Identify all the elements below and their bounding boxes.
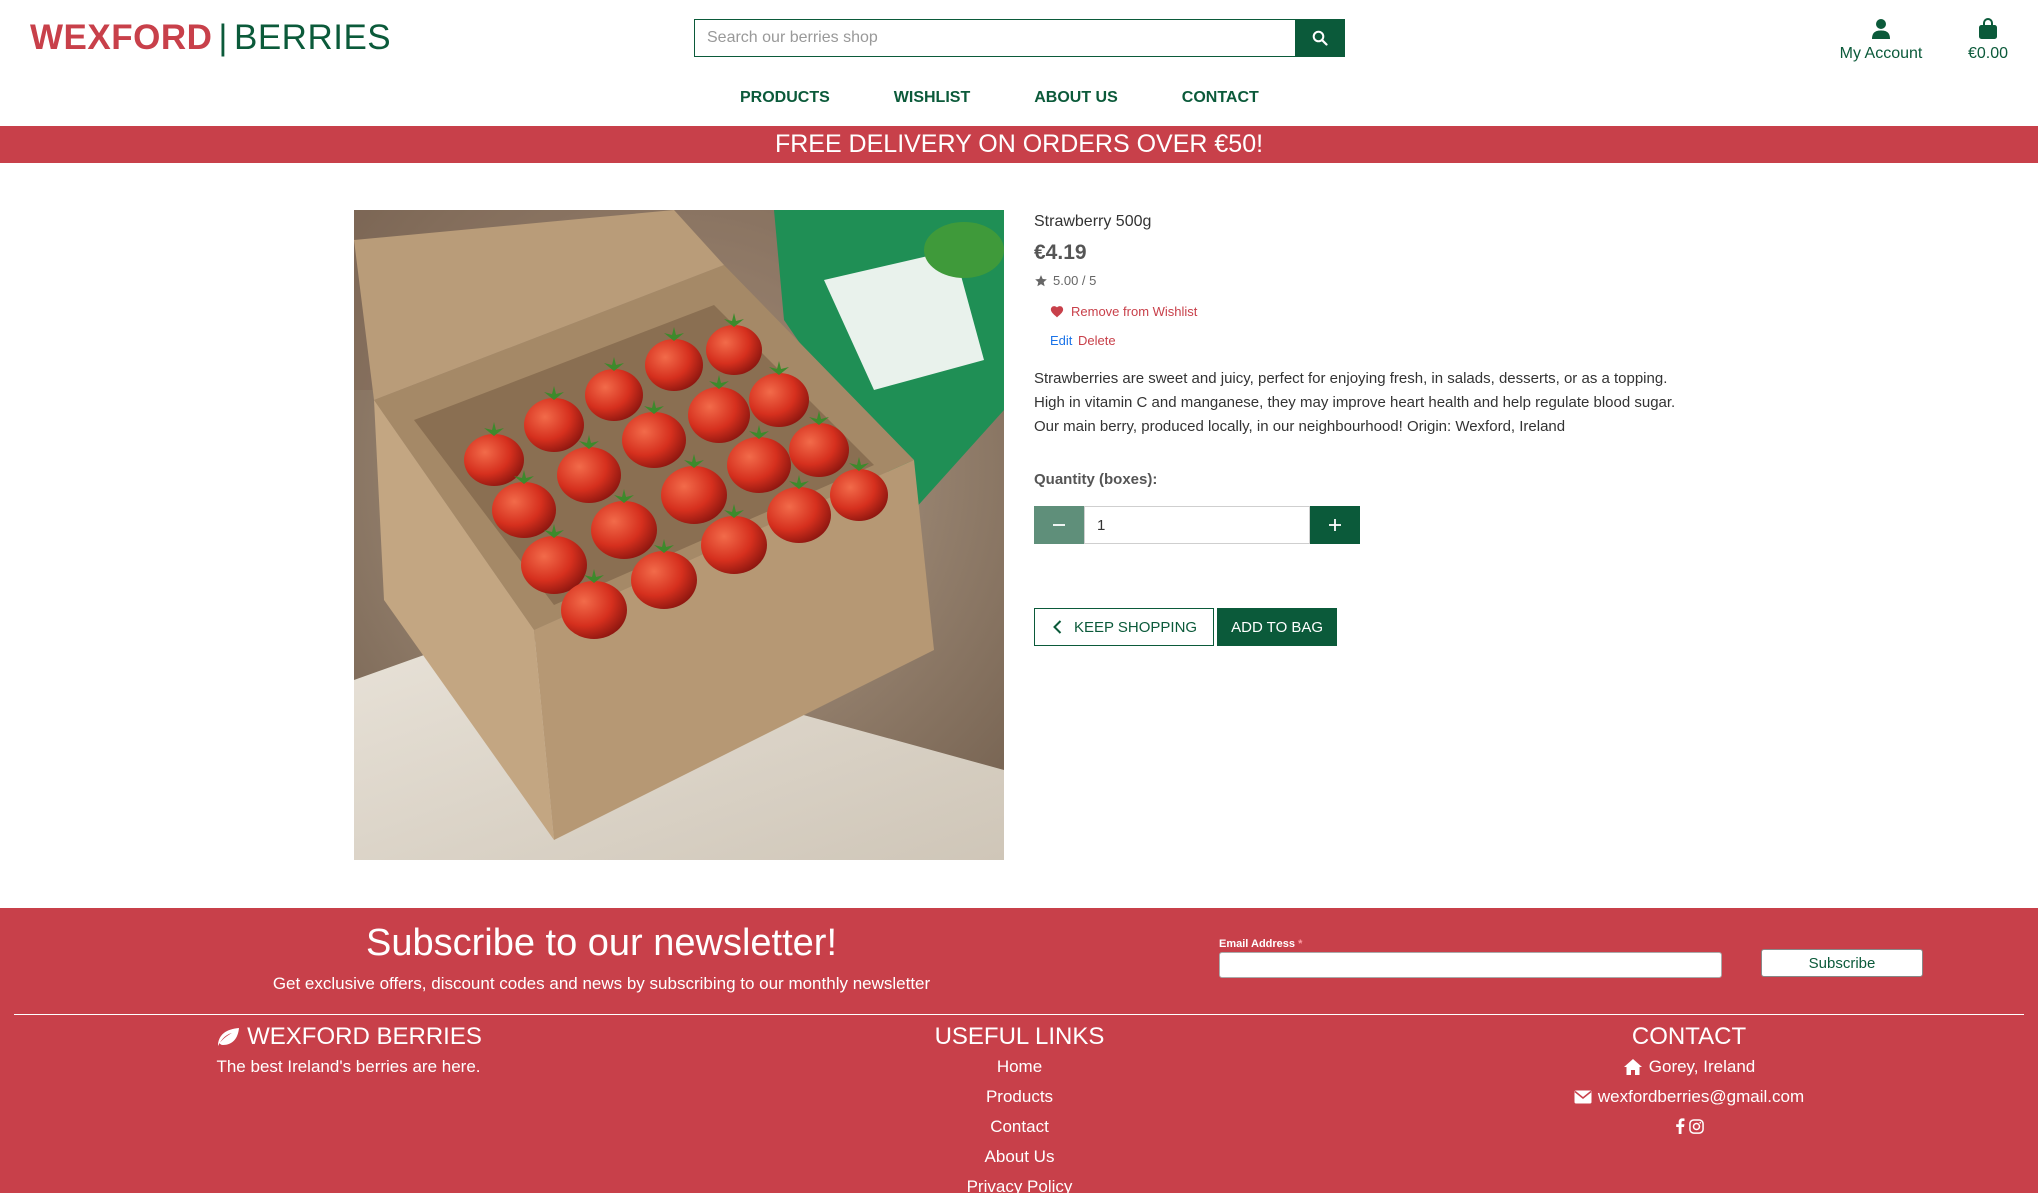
facebook-icon[interactable] xyxy=(1675,1118,1685,1134)
keep-shopping-label: KEEP SHOPPING xyxy=(1074,618,1198,636)
rating-value: 5.00 / 5 xyxy=(1053,273,1097,288)
my-account-link[interactable]: My Account xyxy=(1826,14,1936,64)
wishlist-label: Remove from Wishlist xyxy=(1071,304,1198,319)
nav-products[interactable]: PRODUCTS xyxy=(740,86,830,110)
product-image xyxy=(354,210,1004,860)
envelope-icon xyxy=(1574,1090,1592,1104)
keep-shopping-button[interactable]: KEEP SHOPPING xyxy=(1034,608,1215,646)
logo-wexford: WEXFORD xyxy=(30,18,213,57)
footer-links-column: USEFUL LINKS Home Products Contact About… xyxy=(680,1022,1359,1193)
bag-total: €0.00 xyxy=(1967,45,2009,62)
footer-link-about-us[interactable]: About Us xyxy=(680,1142,1359,1172)
free-delivery-banner: FREE DELIVERY ON ORDERS OVER €50! xyxy=(0,126,2038,163)
home-icon xyxy=(1623,1059,1642,1075)
product-actions: KEEP SHOPPING ADD TO BAG xyxy=(1034,608,1694,646)
social-links xyxy=(1340,1112,2038,1140)
search-input[interactable] xyxy=(694,19,1295,57)
subscribe-button[interactable]: Subscribe xyxy=(1761,949,1923,977)
shopping-bag-icon xyxy=(1979,18,1997,39)
product-name: Strawberry 500g xyxy=(1034,213,1152,230)
nav-wishlist[interactable]: WISHLIST xyxy=(894,86,970,110)
site-footer: Subscribe to our newsletter! Get exclusi… xyxy=(0,908,2038,1193)
footer-location: Gorey, Ireland xyxy=(1340,1052,2038,1082)
footer-divider xyxy=(14,1014,2024,1015)
product-price: €4.19 xyxy=(1034,241,1087,264)
email-label-text: Email Address xyxy=(1219,938,1296,950)
footer-brand-column: WEXFORD BERRIES The best Ireland's berri… xyxy=(0,1022,697,1082)
product-description: Strawberries are sweet and juicy, perfec… xyxy=(1034,370,1676,435)
main-nav: PRODUCTS WISHLIST ABOUT US CONTACT xyxy=(0,86,2038,110)
admin-links: Edit Delete xyxy=(1050,333,1694,348)
logo-berries: BERRIES xyxy=(233,18,392,57)
user-icon xyxy=(1872,19,1890,39)
shopping-bag-link[interactable]: €0.00 xyxy=(1956,14,2020,64)
my-account-label: My Account xyxy=(1839,45,1923,62)
nav-about-us[interactable]: ABOUT US xyxy=(1034,86,1118,110)
newsletter-title: Subscribe to our newsletter! xyxy=(365,922,837,964)
quantity-input[interactable] xyxy=(1084,506,1310,544)
delete-product-link[interactable]: Delete xyxy=(1078,333,1116,348)
email-address-label: Email Address * xyxy=(1219,938,1302,950)
remove-from-wishlist-link[interactable]: Remove from Wishlist xyxy=(1050,304,1694,319)
footer-contact-heading: CONTACT xyxy=(1631,1023,1747,1050)
location-text: Gorey, Ireland xyxy=(1648,1057,1756,1076)
chevron-left-icon xyxy=(1053,620,1062,634)
quantity-stepper xyxy=(1034,506,1694,544)
add-to-bag-button[interactable]: ADD TO BAG xyxy=(1217,608,1338,646)
search-icon xyxy=(1312,30,1328,46)
star-icon xyxy=(1035,275,1047,287)
site-logo[interactable]: WEXFORD | BERRIES xyxy=(30,16,391,60)
footer-tagline: The best Ireland's berries are here. xyxy=(216,1057,481,1076)
site-header: WEXFORD|BERRIES My Account €0.00 xyxy=(0,0,2038,126)
footer-contact-column: CONTACT Gorey, Ireland wexfordberries@gm… xyxy=(1340,1022,2038,1140)
footer-brand-name: WEXFORD BERRIES xyxy=(247,1023,482,1050)
footer-link-products[interactable]: Products xyxy=(680,1082,1359,1112)
plus-icon xyxy=(1329,519,1341,531)
footer-brand-heading: WEXFORD BERRIES xyxy=(0,1022,697,1052)
footer-link-contact[interactable]: Contact xyxy=(680,1112,1359,1142)
edit-product-link[interactable]: Edit xyxy=(1050,333,1072,348)
decrement-quantity-button[interactable] xyxy=(1034,506,1084,544)
product-rating: 5.00 / 5 xyxy=(1034,272,1694,290)
newsletter-subtitle: Get exclusive offers, discount codes and… xyxy=(272,974,931,993)
newsletter-email-input[interactable] xyxy=(1219,952,1722,978)
leaf-icon xyxy=(218,1028,240,1046)
logo-separator: | xyxy=(218,18,228,57)
instagram-icon[interactable] xyxy=(1688,1118,1704,1134)
increment-quantity-button[interactable] xyxy=(1310,506,1360,544)
search-button[interactable] xyxy=(1295,19,1345,57)
quantity-label: Quantity (boxes): xyxy=(1034,471,1158,488)
email-text: wexfordberries@gmail.com xyxy=(1597,1087,1805,1106)
footer-link-home[interactable]: Home xyxy=(680,1052,1359,1082)
nav-contact[interactable]: CONTACT xyxy=(1182,86,1259,110)
footer-links-heading: USEFUL LINKS xyxy=(934,1023,1105,1050)
heart-icon xyxy=(1050,306,1064,318)
product-details: Strawberry 500g €4.19 5.00 / 5 Remove fr… xyxy=(1034,210,1694,646)
strawberry-box-photo xyxy=(354,210,1004,860)
minus-icon xyxy=(1053,524,1065,526)
required-mark: * xyxy=(1298,938,1303,950)
footer-email[interactable]: wexfordberries@gmail.com xyxy=(1340,1082,2038,1112)
footer-link-privacy-policy[interactable]: Privacy Policy xyxy=(680,1172,1359,1193)
search-bar xyxy=(694,19,1345,57)
